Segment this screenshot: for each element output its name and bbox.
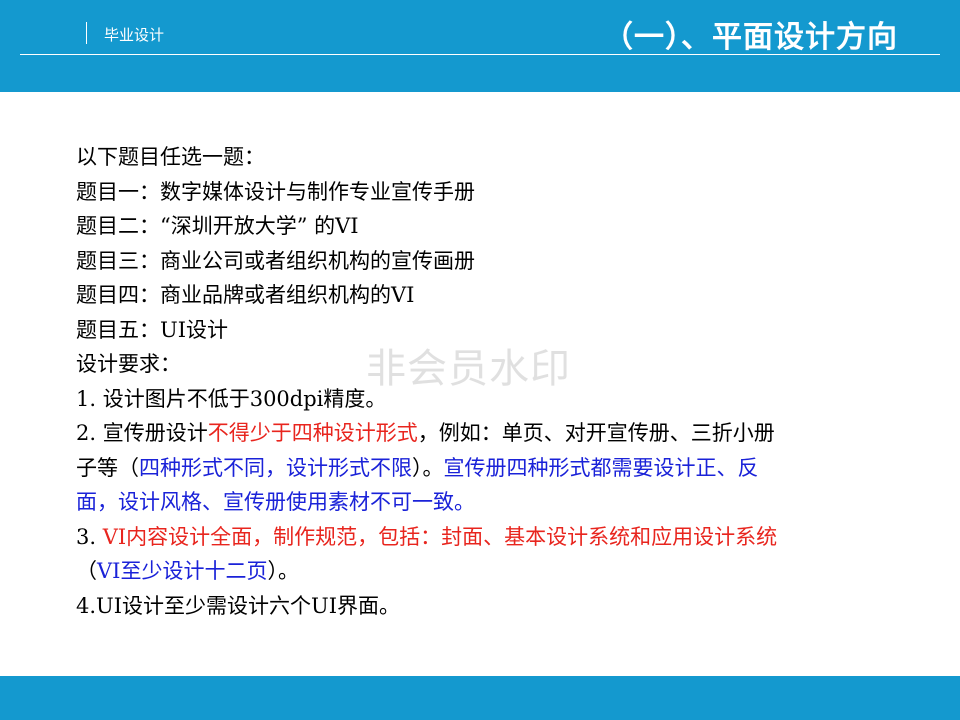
- req2-blue-text-2: 宣传册四种形式都需要设计正、反: [443, 455, 759, 480]
- topic-2: 题目二：“深圳开放大学” 的VI: [76, 214, 359, 238]
- header-rule: [20, 54, 940, 55]
- req2-blue-text-1: 四种形式不同，设计形式不限: [139, 455, 412, 480]
- req3-open-paren: （: [76, 559, 97, 583]
- req2-line2-start: 子等（: [76, 455, 139, 480]
- requirement-2-line-1: 2. 宣传册设计不得少于四种设计形式，例如：单页、对开宣传册、三折小册: [76, 416, 906, 451]
- page-title: （一）、平面设计方向: [603, 20, 898, 55]
- header-label: 毕业设计: [104, 26, 165, 44]
- topic-4: 题目四：商业品牌或者组织机构的VI: [76, 283, 415, 307]
- requirement-2-line-3: 面，设计风格、宣传册使用素材不可一致。: [76, 490, 475, 514]
- requirement-3-line-2: （VI至少设计十二页）。: [76, 554, 906, 589]
- requirement-4: 4.UI设计至少需设计六个UI界面。: [76, 593, 401, 618]
- req2-middle: ，例如：单页、对开宣传册、三折小册: [417, 421, 775, 445]
- intro-text: 以下题目任选一题：: [76, 145, 265, 169]
- req3-close-paren: ）。: [267, 559, 299, 583]
- req3-blue-text: VI至少设计十二页: [97, 559, 268, 583]
- topic-1: 题目一：数字媒体设计与制作专业宣传手册: [76, 179, 475, 204]
- requirement-2-line-2: 子等（四种形式不同，设计形式不限）。宣传册四种形式都需要设计正、反: [76, 451, 906, 486]
- topic-3: 题目三：商业公司或者组织机构的宣传画册: [76, 248, 475, 273]
- requirement-3-line-1: 3. VI内容设计全面，制作规范，包括：封面、基本设计系统和应用设计系统: [76, 520, 906, 555]
- req2-red-text: 不得少于四种设计形式: [207, 421, 418, 445]
- req3-red-text: VI内容设计全面，制作规范，包括：封面、基本设计系统和应用设计系统: [102, 524, 778, 549]
- req3-prefix: 3.: [76, 524, 103, 549]
- header-bar: 毕业设计 （一）、平面设计方向: [0, 0, 960, 92]
- req2-prefix: 2. 宣传册设计: [76, 421, 208, 445]
- watermark-text: 非会员水印: [366, 346, 571, 392]
- footer-bar: [0, 676, 960, 720]
- req2-line2-mid: ）。: [412, 455, 444, 480]
- header-divider: [86, 22, 87, 44]
